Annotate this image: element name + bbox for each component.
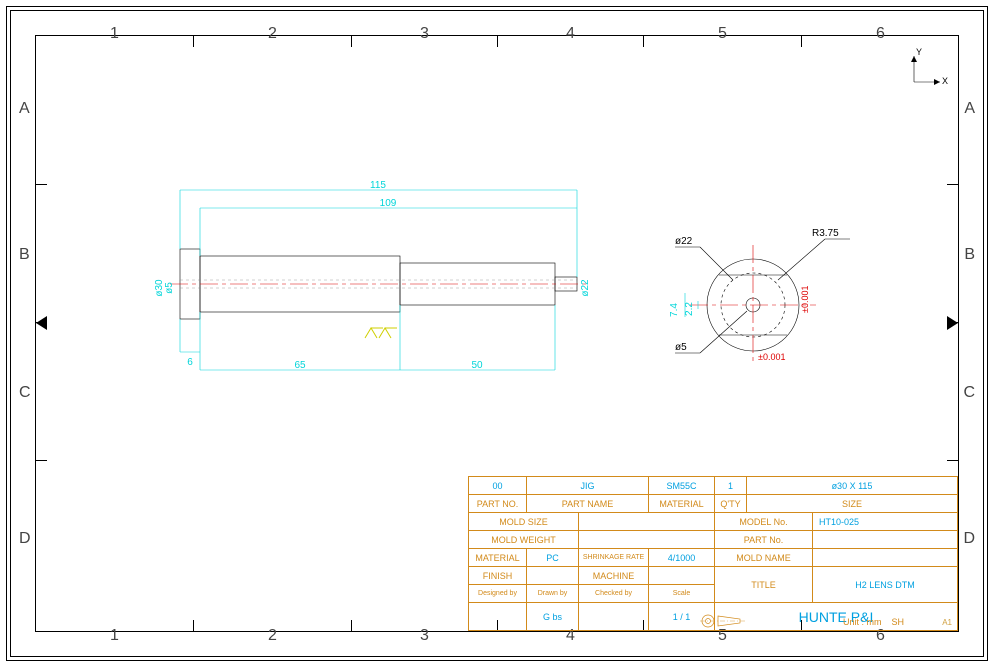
svg-text:Y: Y: [916, 47, 922, 57]
col-5: 5: [718, 25, 727, 43]
svg-text:ø5: ø5: [164, 282, 175, 294]
center-mark-left-icon: [36, 316, 47, 330]
col-1: 1: [110, 25, 119, 43]
footer-note: Unit : mmSH: [833, 617, 904, 627]
svg-text:109: 109: [380, 198, 397, 209]
svg-text:7.4: 7.4: [669, 303, 680, 317]
col-3: 3: [420, 25, 429, 43]
shaft-end-view: R3.75 ø22 ø5 7.4 2.2 ±0.001 ±0.001: [670, 225, 870, 395]
col-4: 4: [566, 25, 575, 43]
svg-text:X: X: [942, 76, 948, 86]
svg-text:115: 115: [370, 180, 386, 191]
shaft-side-view: 115 109 65 50 6 ø30 ø5 ø22: [170, 180, 600, 400]
row-a: A: [19, 100, 30, 118]
svg-text:ø5: ø5: [675, 342, 687, 353]
col-6: 6: [876, 25, 885, 43]
svg-text:50: 50: [471, 360, 483, 371]
svg-text:ø22: ø22: [580, 279, 591, 297]
svg-text:65: 65: [294, 360, 306, 371]
svg-text:ø22: ø22: [675, 236, 693, 247]
title-block: 00JIGSM55C1ø30 X 115 PART NO.PART NAMEMA…: [468, 476, 958, 631]
svg-text:±0.001: ±0.001: [758, 352, 785, 362]
svg-text:6: 6: [187, 357, 193, 368]
col-2: 2: [268, 25, 277, 43]
svg-text:R3.75: R3.75: [812, 228, 839, 239]
center-mark-right-icon: [947, 316, 958, 330]
sheet-size: A1: [942, 618, 952, 627]
coord-axes-icon: XY: [906, 50, 946, 90]
svg-text:2.2: 2.2: [684, 302, 695, 316]
svg-text:±0.001: ±0.001: [800, 286, 810, 313]
